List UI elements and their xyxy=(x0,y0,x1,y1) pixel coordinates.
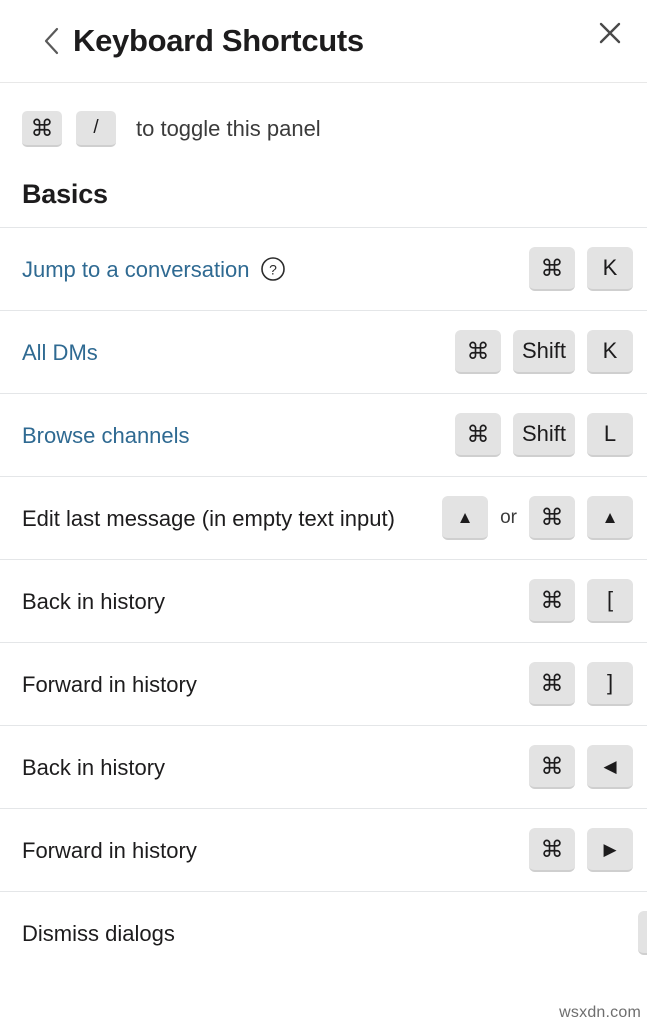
shortcut-row: Browse channels ⌘ Shift L xyxy=(0,393,647,476)
shortcut-label: Dismiss dialogs xyxy=(22,917,185,950)
shortcut-row: Dismiss dialogs Esc xyxy=(0,891,647,974)
watermark: wsxdn.com xyxy=(559,1004,641,1021)
key-slash[interactable]: / xyxy=(76,111,116,147)
chevron-left-icon[interactable] xyxy=(34,24,68,58)
key-label: [ xyxy=(606,587,614,612)
shortcut-keys: ⌘ Shift L xyxy=(443,413,633,457)
key-arrow-left[interactable]: ◀ xyxy=(587,745,633,789)
help-circle-icon[interactable]: ? xyxy=(260,256,286,282)
key-arrow-right[interactable]: ▶ xyxy=(587,828,633,872)
key-label: ⌘ xyxy=(540,503,564,530)
key-label: ⌘ xyxy=(466,337,490,364)
key-arrow-up[interactable]: ▲ xyxy=(442,496,489,540)
shortcut-label-text: Back in history xyxy=(22,754,166,780)
key-k[interactable]: K xyxy=(587,330,633,374)
shortcut-label: Forward in history xyxy=(22,668,207,701)
page-title: Keyboard Shortcuts xyxy=(73,23,364,58)
shortcut-label-text: All DMs xyxy=(22,339,98,365)
key-shift[interactable]: Shift xyxy=(512,330,575,374)
key-command[interactable]: ⌘ xyxy=(22,111,62,147)
key-shift[interactable]: Shift xyxy=(512,413,575,457)
key-label: K xyxy=(602,338,618,363)
shortcut-label: Edit last message (in empty text input) xyxy=(22,502,405,535)
key-command[interactable]: ⌘ xyxy=(529,745,575,789)
key-label: ◀ xyxy=(603,756,617,776)
key-bracket-right[interactable]: ] xyxy=(587,662,633,706)
key-command[interactable]: ⌘ xyxy=(454,413,501,457)
panel-header: Keyboard Shortcuts xyxy=(0,0,647,83)
key-label: ▶ xyxy=(603,839,617,859)
key-command[interactable]: ⌘ xyxy=(529,579,575,623)
shortcut-keys: ⌘[ xyxy=(517,579,633,623)
shortcut-keys: ▲ or ⌘ ▲ xyxy=(430,496,633,540)
shortcut-keys: ⌘ ▶ xyxy=(517,828,633,872)
shortcut-link[interactable]: Browse channels xyxy=(22,419,200,452)
shortcut-list: Jump to a conversation? ⌘ K All DMs ⌘ Shift K B… xyxy=(0,227,647,974)
key-command[interactable]: ⌘ xyxy=(454,330,501,374)
shortcut-keys: Esc xyxy=(626,911,647,955)
key-label: K xyxy=(602,255,618,280)
shortcut-label: Back in history xyxy=(22,585,175,618)
shortcut-keys: ⌘ K xyxy=(517,247,633,291)
shortcut-keys: ⌘] xyxy=(517,662,633,706)
shortcut-keys: ⌘ Shift K xyxy=(443,330,633,374)
shortcut-row: Back in history ⌘[ xyxy=(0,559,647,642)
shortcut-keys: ⌘ ◀ xyxy=(517,745,633,789)
shortcut-row: Forward in history ⌘ ▶ xyxy=(0,808,647,891)
key-bracket-left[interactable]: [ xyxy=(587,579,633,623)
shortcut-label-text: Forward in history xyxy=(22,671,197,697)
key-label: ⌘ xyxy=(540,254,564,281)
key-label: Shift xyxy=(521,338,566,363)
shortcut-row: Forward in history ⌘] xyxy=(0,642,647,725)
key-label: Shift xyxy=(521,421,566,446)
key-label: L xyxy=(603,421,617,446)
key-command[interactable]: ⌘ xyxy=(529,828,575,872)
key-label: ] xyxy=(606,670,614,695)
key-label: ⌘ xyxy=(540,835,564,862)
key-escape[interactable]: Esc xyxy=(638,911,647,955)
key-l[interactable]: L xyxy=(587,413,633,457)
shortcut-link[interactable]: All DMs xyxy=(22,336,108,369)
key-command[interactable]: ⌘ xyxy=(529,662,575,706)
section-title-basics: Basics xyxy=(22,179,108,209)
key-label: ▲ xyxy=(456,507,474,527)
shortcut-link[interactable]: Jump to a conversation? xyxy=(22,253,296,286)
key-command[interactable]: ⌘ xyxy=(529,247,575,291)
shortcut-label: Back in history xyxy=(22,751,175,784)
shortcut-row: Jump to a conversation? ⌘ K xyxy=(0,227,647,310)
shortcut-label-text: Dismiss dialogs xyxy=(22,920,175,946)
key-label: ⌘ xyxy=(30,114,54,141)
shortcut-label-text: Back in history xyxy=(22,588,166,614)
shortcut-label-text: Forward in history xyxy=(22,837,197,863)
shortcut-row: Edit last message (in empty text input) ▲… xyxy=(0,476,647,559)
shortcut-label-text: Jump to a conversation xyxy=(22,256,250,282)
key-separator-or: or xyxy=(500,507,517,528)
key-label: ⌘ xyxy=(540,586,564,613)
key-label: ⌘ xyxy=(540,669,564,696)
shortcut-row: All DMs ⌘ Shift K xyxy=(0,310,647,393)
shortcut-row: Back in history ⌘ ◀ xyxy=(0,725,647,808)
toggle-panel-hint: ⌘ / to toggle this panel xyxy=(0,83,647,147)
key-label: ▲ xyxy=(601,507,619,527)
key-label: ⌘ xyxy=(540,752,564,779)
shortcut-label-text: Edit last message (in empty text input) xyxy=(22,505,395,531)
key-k[interactable]: K xyxy=(587,247,633,291)
key-command[interactable]: ⌘ xyxy=(529,496,575,540)
key-arrow-up[interactable]: ▲ xyxy=(587,496,633,540)
shortcut-label-text: Browse channels xyxy=(22,422,190,448)
svg-text:?: ? xyxy=(270,262,278,278)
shortcut-label: Forward in history xyxy=(22,834,207,867)
toggle-hint-text: to toggle this panel xyxy=(136,116,321,141)
close-icon[interactable] xyxy=(589,12,631,54)
key-label: ⌘ xyxy=(466,420,490,447)
key-label: / xyxy=(93,117,99,138)
